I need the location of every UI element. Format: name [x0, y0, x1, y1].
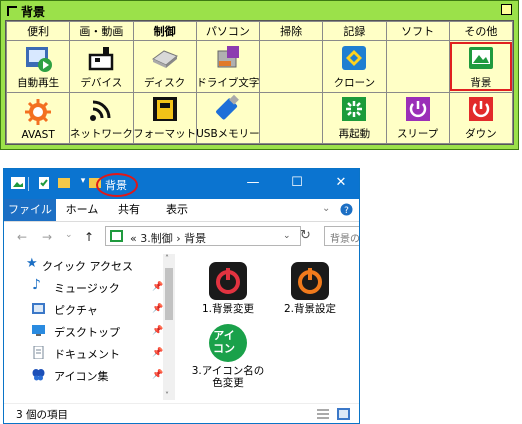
shutdown-power-icon: [468, 97, 493, 121]
breadcrumb: « 3.制御 › 背景: [130, 232, 207, 245]
col-header[interactable]: 制御: [132, 21, 197, 41]
scrollbar-thumb[interactable]: [165, 268, 173, 320]
pin-icon[interactable]: 📌: [152, 370, 163, 380]
launcher-title: 背景: [7, 3, 45, 20]
col-header[interactable]: パソコン: [195, 21, 261, 41]
restart-icon: [342, 97, 367, 121]
launcher-empty-cell: [385, 40, 450, 93]
file-list: 1.背景変更 2.背景設定 アイ コン 3.アイコン名の色変更: [189, 254, 359, 404]
nav-scrollbar[interactable]: ˄ ˅: [163, 254, 175, 400]
address-row: ← → ⌄ ↑ « 3.制御 › 背景 ⌄ ↻ 背景の: [4, 222, 359, 252]
sleep-power-icon: [405, 97, 430, 121]
launcher-item-clone[interactable]: クローン: [322, 40, 387, 93]
pin-icon[interactable]: 📌: [152, 304, 163, 314]
col-header[interactable]: その他: [448, 21, 514, 41]
launcher-item-usb[interactable]: USBメモリー: [195, 91, 261, 144]
restore-button[interactable]: [501, 4, 512, 15]
icon-name-shortcut-icon: アイ コン: [209, 324, 247, 362]
launcher-item-drive-letter[interactable]: ドライブ文字: [195, 40, 261, 93]
launcher-item-shutdown[interactable]: ダウン: [448, 91, 514, 144]
title-separator: [28, 177, 29, 191]
tab-view[interactable]: 表示: [162, 199, 192, 221]
launcher-item-format[interactable]: フォーマット: [132, 91, 197, 144]
maximize-icon[interactable]: ☐: [287, 175, 307, 190]
recent-dropdown-icon[interactable]: ⌄: [65, 230, 73, 240]
picture-icon: [110, 230, 123, 242]
avast-icon: [25, 99, 52, 125]
search-input[interactable]: 背景の: [324, 226, 359, 246]
forward-icon[interactable]: →: [42, 230, 52, 244]
tab-file[interactable]: ファイル: [4, 199, 56, 221]
butterfly-icon: [32, 369, 45, 381]
pictures-icon: [32, 303, 45, 314]
up-icon[interactable]: ↑: [84, 230, 94, 244]
pin-icon[interactable]: 📌: [152, 282, 163, 292]
clone-icon: [342, 45, 367, 70]
launcher-item-autoplay[interactable]: 自動再生: [5, 40, 71, 93]
launcher-panel: 背景 便利 画・動画 制御 パソコン 掃除 記録 ソフト その他 自動再生 デバ…: [0, 0, 519, 150]
col-header[interactable]: 画・動画: [69, 21, 134, 41]
shortcut-icon: [291, 262, 329, 300]
launcher-item-sleep[interactable]: スリープ: [385, 91, 450, 144]
usb-icon: [215, 94, 239, 120]
status-bar: 3 個の項目: [4, 403, 359, 423]
launcher-empty-cell: [258, 40, 324, 93]
music-note-icon: ♪: [32, 277, 41, 293]
format-icon: [152, 97, 177, 121]
desktop-icon: [32, 325, 45, 336]
drive-letter-icon: [217, 45, 239, 67]
wifi-icon: [90, 100, 111, 121]
window-title: 背景: [105, 179, 127, 192]
col-header[interactable]: 記録: [322, 21, 387, 41]
address-bar[interactable]: « 3.制御 › 背景: [105, 226, 301, 246]
large-icons-view-icon[interactable]: [337, 408, 350, 420]
pin-icon[interactable]: 📌: [152, 326, 163, 336]
tab-home[interactable]: ホーム: [62, 199, 102, 221]
address-dropdown-icon[interactable]: ⌄: [283, 231, 291, 241]
item-count: 3 個の項目: [16, 409, 69, 421]
autoplay-icon: [26, 46, 53, 72]
col-header[interactable]: 便利: [5, 21, 71, 41]
col-header[interactable]: 掃除: [258, 21, 324, 41]
launcher-item-device[interactable]: デバイス: [69, 40, 134, 93]
background-image-icon: [468, 46, 493, 69]
close-icon[interactable]: ✕: [331, 175, 351, 190]
back-icon[interactable]: ←: [17, 230, 27, 244]
svg-text:?: ?: [344, 206, 349, 216]
details-view-icon[interactable]: [317, 409, 329, 419]
ribbon-tabs: ファイル ホーム 共有 表示 ⌄ ?: [4, 199, 359, 222]
ribbon-expand-icon[interactable]: ⌄: [322, 203, 330, 214]
picture-icon: [11, 177, 25, 189]
launcher-item-restart[interactable]: 再起動: [322, 91, 387, 144]
shortcut-icon: [209, 262, 247, 300]
launcher-item-disk[interactable]: ディスク: [132, 40, 197, 93]
properties-icon[interactable]: [37, 176, 51, 190]
minimize-icon[interactable]: —: [243, 175, 263, 190]
tab-share[interactable]: 共有: [114, 199, 144, 221]
launcher-item-network[interactable]: ネットワーク: [69, 91, 134, 144]
disk-icon: [151, 49, 178, 68]
star-icon: ★: [26, 256, 38, 271]
documents-icon: [33, 346, 44, 359]
explorer-window: ▾ 背景 — ☐ ✕ ファイル ホーム 共有 表示 ⌄ ? ← → ⌄ ↑ « …: [3, 168, 360, 424]
scroll-up-icon[interactable]: ˄: [165, 254, 169, 263]
help-icon[interactable]: ?: [340, 203, 353, 216]
file-item[interactable]: 2.背景設定: [272, 254, 348, 315]
device-icon: [89, 46, 114, 70]
refresh-icon[interactable]: ↻: [300, 228, 311, 243]
launcher-item-avast[interactable]: AVAST: [5, 91, 71, 144]
launcher-grid: 便利 画・動画 制御 パソコン 掃除 記録 ソフト その他 自動再生 デバイス: [5, 20, 514, 145]
navigation-pane: ★ クイック アクセス ♪ ミュージック 📌 ピクチャ 📌 デスクトップ 📌 ド…: [26, 256, 164, 383]
file-item[interactable]: 1.背景変更: [190, 254, 266, 315]
title-bar[interactable]: ▾ 背景 — ☐ ✕: [4, 169, 359, 199]
launcher-item-background[interactable]: 背景: [448, 40, 514, 93]
launcher-empty-cell: [258, 91, 324, 144]
pin-icon[interactable]: 📌: [152, 348, 163, 358]
folder-icon[interactable]: [57, 176, 71, 190]
col-header[interactable]: ソフト: [385, 21, 450, 41]
scroll-down-icon[interactable]: ˅: [165, 391, 169, 400]
file-item[interactable]: アイ コン 3.アイコン名の色変更: [190, 316, 266, 389]
